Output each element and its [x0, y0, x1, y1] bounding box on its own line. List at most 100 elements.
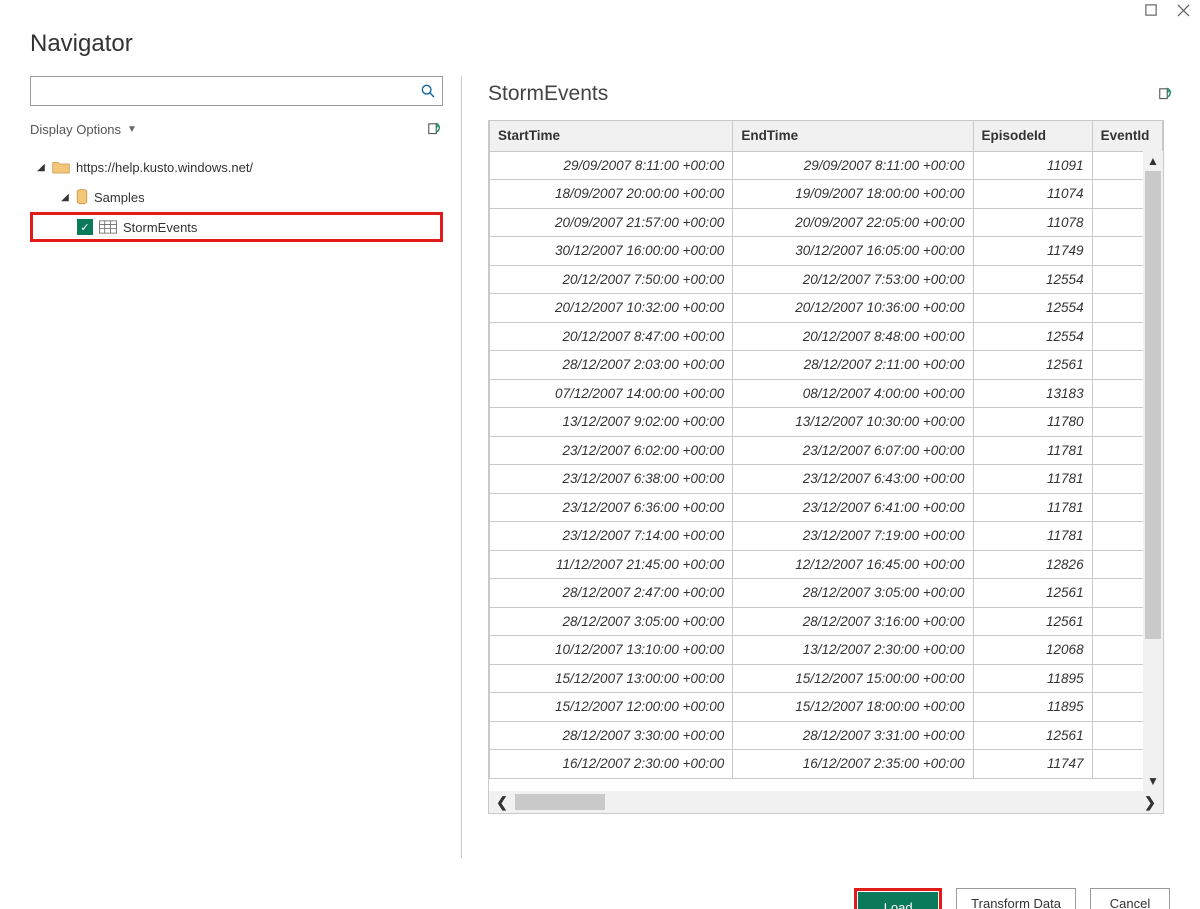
table-cell: 12561 [973, 579, 1092, 608]
table-row[interactable]: 28/12/2007 3:30:00 +00:0028/12/2007 3:31… [490, 721, 1163, 750]
table-cell: 13183 [973, 379, 1092, 408]
cancel-button[interactable]: Cancel [1090, 888, 1170, 909]
table-row[interactable]: 07/12/2007 14:00:00 +00:0008/12/2007 4:0… [490, 379, 1163, 408]
table-cell: 16/12/2007 2:30:00 +00:00 [490, 750, 733, 779]
table-cell: 18/09/2007 20:00:00 +00:00 [490, 180, 733, 209]
table-cell: 20/12/2007 7:50:00 +00:00 [490, 265, 733, 294]
expand-caret-icon[interactable]: ◢ [36, 162, 46, 173]
table-cell: 20/12/2007 10:32:00 +00:00 [490, 294, 733, 323]
table-cell: 28/12/2007 3:05:00 +00:00 [490, 607, 733, 636]
table-row[interactable]: 28/12/2007 2:47:00 +00:0028/12/2007 3:05… [490, 579, 1163, 608]
scroll-right-icon[interactable]: ❯ [1137, 791, 1163, 813]
table-row[interactable]: 13/12/2007 9:02:00 +00:0013/12/2007 10:3… [490, 408, 1163, 437]
table-cell: 11749 [973, 237, 1092, 266]
tree-table-label: StormEvents [123, 220, 197, 235]
refresh-preview-icon[interactable] [1156, 85, 1174, 103]
table-row[interactable]: 15/12/2007 12:00:00 +00:0015/12/2007 18:… [490, 693, 1163, 722]
table-cell: 28/12/2007 3:05:00 +00:00 [733, 579, 973, 608]
vertical-scroll-thumb[interactable] [1145, 171, 1161, 639]
table-cell: 12554 [973, 322, 1092, 351]
display-options-label: Display Options [30, 122, 121, 137]
search-input[interactable] [37, 83, 420, 100]
tree-table-stormevents[interactable]: ✓ StormEvents [30, 212, 443, 242]
table-cell: 11747 [973, 750, 1092, 779]
table-cell: 15/12/2007 13:00:00 +00:00 [490, 664, 733, 693]
table-cell: 11895 [973, 664, 1092, 693]
table-cell: 11781 [973, 436, 1092, 465]
table-cell: 12561 [973, 607, 1092, 636]
transform-data-button[interactable]: Transform Data [956, 888, 1076, 909]
horizontal-scroll-thumb[interactable] [515, 794, 605, 810]
table-cell: 28/12/2007 3:30:00 +00:00 [490, 721, 733, 750]
table-row[interactable]: 23/12/2007 6:36:00 +00:0023/12/2007 6:41… [490, 493, 1163, 522]
refresh-tree-icon[interactable] [425, 120, 443, 138]
table-cell: 20/12/2007 7:53:00 +00:00 [733, 265, 973, 294]
expand-caret-icon[interactable]: ◢ [60, 192, 70, 203]
table-row[interactable]: 30/12/2007 16:00:00 +00:0030/12/2007 16:… [490, 237, 1163, 266]
tree-database[interactable]: ◢ Samples [30, 182, 443, 212]
caret-down-icon: ▼ [127, 124, 137, 135]
table-row[interactable]: 20/12/2007 10:32:00 +00:0020/12/2007 10:… [490, 294, 1163, 323]
table-cell: 15/12/2007 12:00:00 +00:00 [490, 693, 733, 722]
table-cell: 13/12/2007 10:30:00 +00:00 [733, 408, 973, 437]
table-row[interactable]: 10/12/2007 13:10:00 +00:0013/12/2007 2:3… [490, 636, 1163, 665]
table-cell: 20/12/2007 8:47:00 +00:00 [490, 322, 733, 351]
table-row[interactable]: 16/12/2007 2:30:00 +00:0016/12/2007 2:35… [490, 750, 1163, 779]
vertical-scrollbar[interactable]: ▲ ▼ [1143, 151, 1163, 791]
tree-root-label: https://help.kusto.windows.net/ [76, 160, 253, 175]
table-cell: 11074 [973, 180, 1092, 209]
table-cell: 29/09/2007 8:11:00 +00:00 [733, 151, 973, 180]
scroll-left-icon[interactable]: ❮ [489, 791, 515, 813]
col-header-eventid[interactable]: EventId [1092, 121, 1162, 151]
table-row[interactable]: 23/12/2007 7:14:00 +00:0023/12/2007 7:19… [490, 522, 1163, 551]
search-box[interactable] [30, 76, 443, 106]
table-row[interactable]: 23/12/2007 6:38:00 +00:0023/12/2007 6:43… [490, 465, 1163, 494]
table-row[interactable]: 18/09/2007 20:00:00 +00:0019/09/2007 18:… [490, 180, 1163, 209]
display-options-dropdown[interactable]: Display Options ▼ [30, 122, 137, 137]
table-row[interactable]: 28/12/2007 3:05:00 +00:0028/12/2007 3:16… [490, 607, 1163, 636]
table-row[interactable]: 20/12/2007 7:50:00 +00:0020/12/2007 7:53… [490, 265, 1163, 294]
dialog-title: Navigator [0, 20, 1200, 76]
col-header-endtime[interactable]: EndTime [733, 121, 973, 151]
table-row[interactable]: 23/12/2007 6:02:00 +00:0023/12/2007 6:07… [490, 436, 1163, 465]
scroll-down-icon[interactable]: ▼ [1143, 771, 1163, 791]
col-header-starttime[interactable]: StartTime [490, 121, 733, 151]
table-row[interactable]: 15/12/2007 13:00:00 +00:0015/12/2007 15:… [490, 664, 1163, 693]
table-cell: 23/12/2007 6:36:00 +00:00 [490, 493, 733, 522]
table-cell: 20/12/2007 10:36:00 +00:00 [733, 294, 973, 323]
table-cell: 23/12/2007 6:07:00 +00:00 [733, 436, 973, 465]
table-cell: 12554 [973, 294, 1092, 323]
table-cell: 11/12/2007 21:45:00 +00:00 [490, 550, 733, 579]
table-row[interactable]: 29/09/2007 8:11:00 +00:0029/09/2007 8:11… [490, 151, 1163, 180]
table-cell: 11781 [973, 465, 1092, 494]
table-row[interactable]: 28/12/2007 2:03:00 +00:0028/12/2007 2:11… [490, 351, 1163, 380]
table-cell: 30/12/2007 16:00:00 +00:00 [490, 237, 733, 266]
table-cell: 23/12/2007 6:02:00 +00:00 [490, 436, 733, 465]
load-button[interactable]: Load [858, 892, 938, 909]
col-header-episodeid[interactable]: EpisodeId [973, 121, 1092, 151]
window-close-icon[interactable] [1176, 3, 1190, 17]
folder-icon [52, 160, 70, 174]
table-cell: 10/12/2007 13:10:00 +00:00 [490, 636, 733, 665]
table-cell: 19/09/2007 18:00:00 +00:00 [733, 180, 973, 209]
table-checkbox[interactable]: ✓ [77, 219, 93, 235]
search-icon[interactable] [420, 83, 436, 99]
scroll-up-icon[interactable]: ▲ [1143, 151, 1163, 171]
table-cell: 23/12/2007 6:38:00 +00:00 [490, 465, 733, 494]
window-restore-icon[interactable] [1144, 3, 1158, 17]
horizontal-scrollbar[interactable]: ❮ ❯ [489, 791, 1163, 813]
table-row[interactable]: 20/12/2007 8:47:00 +00:0020/12/2007 8:48… [490, 322, 1163, 351]
table-row[interactable]: 11/12/2007 21:45:00 +00:0012/12/2007 16:… [490, 550, 1163, 579]
table-cell: 13/12/2007 2:30:00 +00:00 [733, 636, 973, 665]
table-cell: 23/12/2007 7:19:00 +00:00 [733, 522, 973, 551]
table-cell: 12826 [973, 550, 1092, 579]
table-header-row: StartTime EndTime EpisodeId EventId [490, 121, 1163, 151]
table-cell: 11895 [973, 693, 1092, 722]
tree-root[interactable]: ◢ https://help.kusto.windows.net/ [30, 152, 443, 182]
table-cell: 23/12/2007 7:14:00 +00:00 [490, 522, 733, 551]
table-cell: 28/12/2007 3:16:00 +00:00 [733, 607, 973, 636]
table-icon [99, 220, 117, 234]
tree-database-label: Samples [94, 190, 145, 205]
table-row[interactable]: 20/09/2007 21:57:00 +00:0020/09/2007 22:… [490, 208, 1163, 237]
table-cell: 11781 [973, 522, 1092, 551]
